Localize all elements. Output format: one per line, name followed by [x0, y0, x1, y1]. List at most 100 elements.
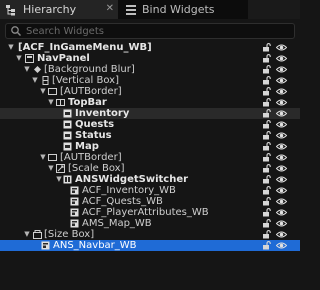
diamond-icon: [34, 66, 41, 73]
tab-hierarchy[interactable]: Hierarchy ✕: [0, 0, 118, 19]
scrollbar[interactable]: [293, 150, 300, 190]
eye-icon[interactable]: [276, 131, 287, 140]
search-box[interactable]: [5, 23, 295, 39]
eye-icon[interactable]: [276, 98, 287, 107]
lock-icon[interactable]: [262, 230, 271, 239]
tree-row-label: [Size Box]: [44, 229, 95, 240]
eye-icon[interactable]: [276, 241, 287, 250]
tree-row[interactable]: ACF_Quests_WB: [0, 196, 300, 207]
tree-row-label: ACF_PlayerAttributes_WB: [82, 207, 209, 218]
tree-row[interactable]: ▼ [Size Box]: [0, 229, 300, 240]
expand-arrow-icon[interactable]: ▼: [39, 86, 47, 97]
search-input[interactable]: [26, 24, 286, 38]
tree-row[interactable]: ▼ NavPanel: [0, 53, 300, 64]
lock-icon[interactable]: [262, 197, 271, 206]
lock-icon[interactable]: [262, 54, 271, 63]
tree-row[interactable]: ▼ [Background Blur]: [0, 64, 300, 75]
hierarchy-panel: Hierarchy ✕ Bind Widgets ▼[ACF_InGameMen…: [0, 0, 300, 290]
lock-icon[interactable]: [262, 109, 271, 118]
eye-icon[interactable]: [276, 142, 287, 151]
tree-row[interactable]: ACF_Inventory_WB: [0, 185, 300, 196]
expand-arrow-icon[interactable]: ▼: [47, 97, 55, 108]
expand-arrow-icon[interactable]: ▼: [23, 229, 31, 240]
button-icon: [63, 109, 72, 118]
lock-icon[interactable]: [262, 87, 271, 96]
eye-icon[interactable]: [276, 197, 287, 206]
tab-hierarchy-label: Hierarchy: [23, 3, 77, 16]
lock-icon[interactable]: [262, 131, 271, 140]
lock-icon[interactable]: [262, 153, 271, 162]
tree-row[interactable]: Quests: [0, 119, 300, 130]
tree-row-label: ACF_Quests_WB: [82, 196, 163, 207]
eye-icon[interactable]: [276, 54, 287, 63]
horizontal-box-icon: [56, 99, 65, 106]
tab-bar-filler: [248, 0, 300, 19]
tree-row-label: TopBar: [68, 97, 107, 108]
search-icon: [11, 26, 21, 36]
eye-icon[interactable]: [276, 219, 287, 228]
button-icon: [63, 131, 72, 140]
eye-icon[interactable]: [276, 109, 287, 118]
tree-row-label: Status: [75, 130, 112, 141]
hierarchy-icon: [6, 4, 15, 15]
tree-row[interactable]: Status: [0, 130, 300, 141]
lock-icon[interactable]: [262, 219, 271, 228]
size-box-icon: [33, 230, 42, 239]
eye-icon[interactable]: [276, 87, 287, 96]
tree-row[interactable]: Map: [0, 141, 300, 152]
tree-row[interactable]: Inventory: [0, 108, 300, 119]
lock-icon[interactable]: [262, 175, 271, 184]
eye-icon[interactable]: [276, 164, 287, 173]
lock-icon[interactable]: [262, 241, 271, 250]
tree-row[interactable]: ▼ [Vertical Box]: [0, 75, 300, 86]
expand-arrow-icon[interactable]: ▼: [55, 174, 63, 185]
eye-icon[interactable]: [276, 65, 287, 74]
tree-row[interactable]: ACF_PlayerAttributes_WB: [0, 207, 300, 218]
eye-icon[interactable]: [276, 153, 287, 162]
tree-row-label: [Background Blur]: [44, 64, 135, 75]
eye-icon[interactable]: [276, 76, 287, 85]
widget-tree: ▼ [ACF_InGameMenu_WB] ▼ NavPanel ▼ [Backgroun…: [0, 42, 300, 251]
lock-icon[interactable]: [262, 208, 271, 217]
vertical-box-icon: [42, 76, 49, 85]
lock-icon[interactable]: [262, 164, 271, 173]
eye-icon[interactable]: [276, 186, 287, 195]
tree-row[interactable]: ▼ [AUTBorder]: [0, 86, 300, 97]
border-icon: [48, 88, 57, 95]
switcher-icon: [63, 175, 72, 184]
lock-icon[interactable]: [262, 120, 271, 129]
lock-icon[interactable]: [262, 76, 271, 85]
tab-bind-widgets[interactable]: Bind Widgets: [119, 0, 239, 19]
tree-row[interactable]: ▼ [ACF_InGameMenu_WB]: [0, 42, 300, 53]
tree-row[interactable]: AMS_Map_WB: [0, 218, 300, 229]
tree-row[interactable]: ANS_Navbar_WB: [0, 240, 300, 251]
close-icon[interactable]: ✕: [106, 3, 114, 14]
lock-icon[interactable]: [262, 142, 271, 151]
eye-icon[interactable]: [276, 208, 287, 217]
tree-row[interactable]: ▼ ANSWidgetSwitcher: [0, 174, 300, 185]
lock-icon[interactable]: [262, 43, 271, 52]
eye-icon[interactable]: [276, 230, 287, 239]
tree-row[interactable]: ▼ TopBar: [0, 97, 300, 108]
expand-arrow-icon[interactable]: ▼: [23, 64, 31, 75]
user-widget-icon: [70, 219, 79, 228]
tree-row[interactable]: ▼ [Scale Box]: [0, 163, 300, 174]
expand-arrow-icon[interactable]: ▼: [47, 163, 55, 174]
canvas-icon: [25, 54, 34, 63]
lock-icon[interactable]: [262, 65, 271, 74]
expand-arrow-icon[interactable]: ▼: [31, 75, 39, 86]
expand-arrow-icon[interactable]: ▼: [15, 53, 23, 64]
lock-icon[interactable]: [262, 186, 271, 195]
eye-icon[interactable]: [276, 175, 287, 184]
user-widget-icon: [70, 208, 79, 217]
lock-icon[interactable]: [262, 98, 271, 107]
eye-icon[interactable]: [276, 43, 287, 52]
button-icon: [63, 142, 72, 151]
user-widget-icon: [70, 197, 79, 206]
tree-row-label: ANS_Navbar_WB: [53, 240, 137, 251]
expand-arrow-icon[interactable]: ▼: [39, 152, 47, 163]
bind-widgets-icon: [126, 4, 136, 15]
eye-icon[interactable]: [276, 120, 287, 129]
expand-arrow-icon[interactable]: ▼: [7, 42, 15, 53]
tree-row[interactable]: ▼ [AUTBorder]: [0, 152, 300, 163]
